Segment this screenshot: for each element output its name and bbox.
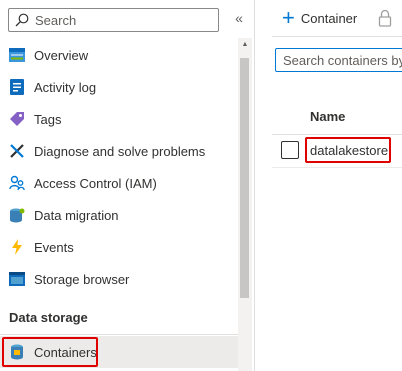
overview-icon — [8, 46, 26, 64]
wrench-icon — [8, 142, 26, 160]
row-divider — [272, 167, 402, 168]
add-container-label: Container — [300, 10, 358, 26]
header-divider — [272, 134, 402, 135]
column-header-name[interactable]: Name — [310, 109, 345, 124]
sidebar-item-label: Data migration — [34, 207, 119, 223]
sidebar-item-label: Storage browser — [34, 271, 130, 287]
toolbar-divider — [272, 36, 402, 37]
people-icon — [8, 174, 26, 192]
data-migration-icon — [8, 206, 26, 224]
sidebar-item-containers[interactable]: Containers — [0, 336, 238, 368]
sidebar-item-diagnose[interactable]: Diagnose and solve problems — [0, 135, 238, 167]
sidebar-item-label: Containers — [34, 344, 97, 360]
sidebar-item-label: Overview — [34, 47, 89, 63]
container-name-link[interactable]: datalakestore — [310, 143, 388, 158]
add-container-button[interactable]: + Container — [282, 5, 358, 30]
sidebar-item-label: Access Control (IAM) — [34, 175, 157, 191]
tag-icon — [8, 110, 26, 128]
activity-log-icon — [8, 78, 26, 96]
sidebar-item-label: Activity log — [34, 79, 97, 95]
scroll-up-arrow-icon[interactable]: ▲ — [240, 40, 250, 50]
sidebar-item-tags[interactable]: Tags — [0, 103, 238, 135]
sidebar-item-events[interactable]: Events — [0, 231, 238, 263]
sidebar-item-label: Diagnose and solve problems — [34, 143, 206, 159]
container-search-input[interactable] — [283, 51, 402, 69]
collapse-sidebar-button[interactable]: « — [232, 10, 246, 26]
sidebar-item-overview[interactable]: Overview — [0, 39, 238, 71]
sidebar-item-label: Tags — [34, 111, 62, 127]
pane-divider — [254, 0, 255, 371]
sidebar-item-data-migration[interactable]: Data migration — [0, 199, 238, 231]
sidebar: « Overview Activity log Tags Diagnose an… — [0, 0, 255, 371]
sidebar-search-box[interactable] — [8, 8, 219, 32]
sidebar-item-access-control[interactable]: Access Control (IAM) — [0, 167, 238, 199]
sidebar-item-activity-log[interactable]: Activity log — [0, 71, 238, 103]
lock-icon[interactable] — [378, 9, 392, 27]
containers-icon — [8, 343, 26, 361]
sidebar-search-input[interactable] — [35, 10, 215, 30]
container-search-box[interactable] — [275, 48, 402, 72]
sidebar-item-storage-browser[interactable]: Storage browser — [0, 263, 238, 295]
section-divider — [0, 334, 238, 335]
search-icon — [15, 13, 29, 27]
section-title-data-storage: Data storage — [9, 310, 88, 325]
storage-browser-icon — [8, 270, 26, 288]
sidebar-scrollbar-thumb[interactable] — [240, 58, 249, 298]
row-select-checkbox[interactable] — [281, 141, 299, 159]
plus-icon: + — [282, 5, 295, 30]
sidebar-item-label: Events — [34, 239, 74, 255]
lightning-icon — [8, 238, 26, 256]
